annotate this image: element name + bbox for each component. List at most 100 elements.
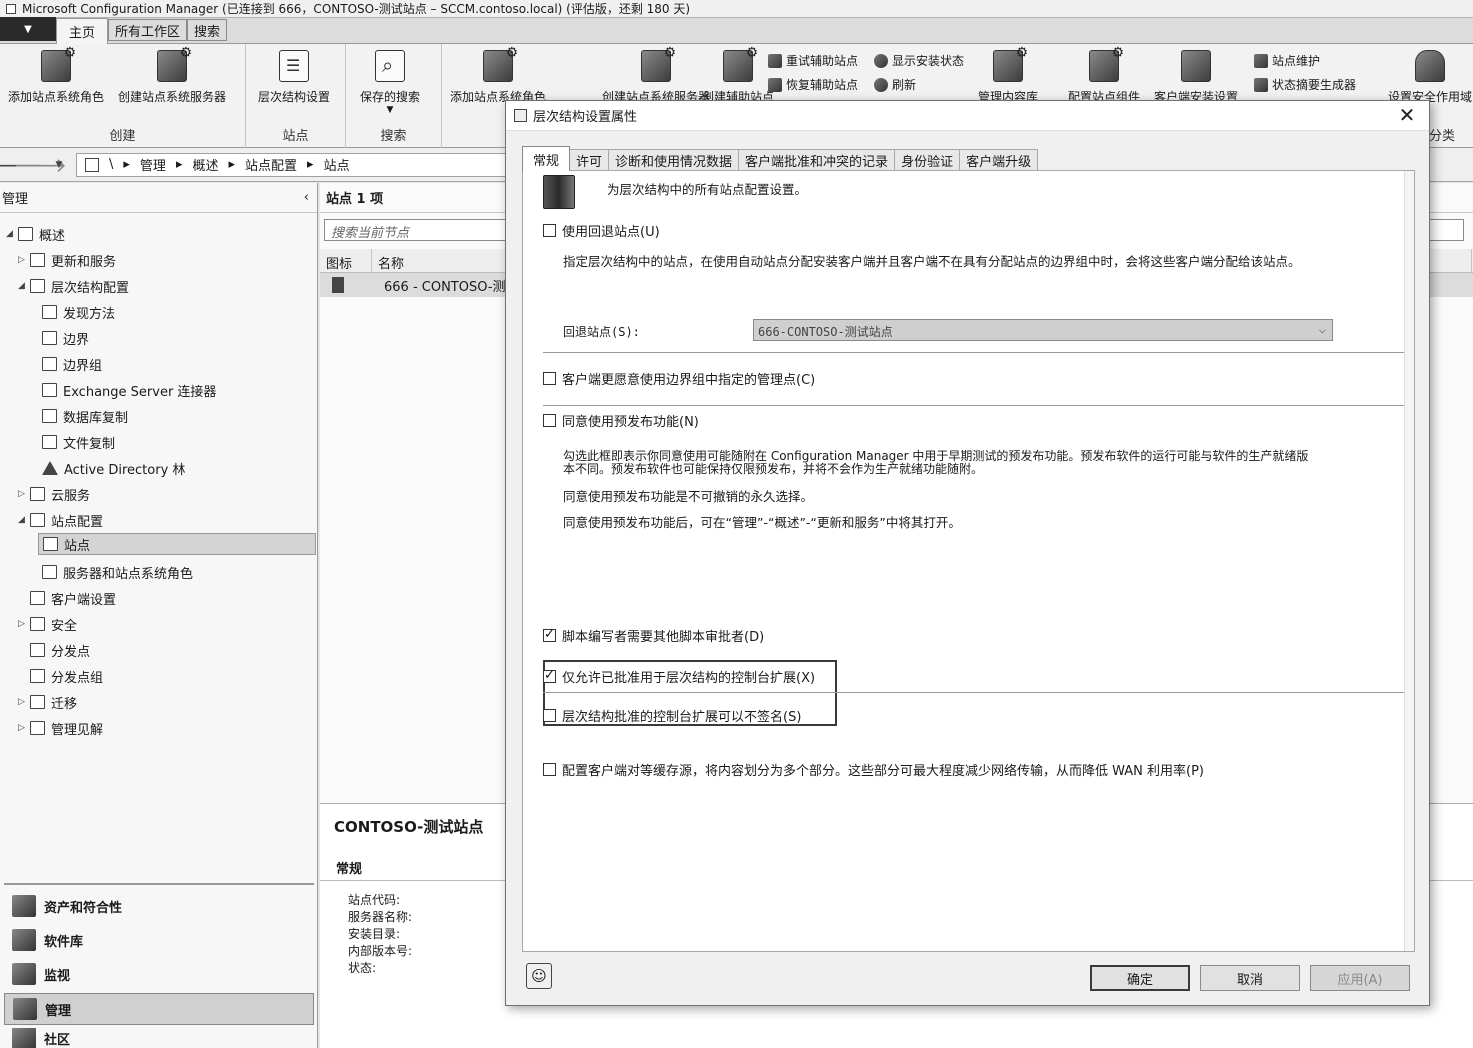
configure-site-components-button[interactable]: 配置站点组件: [1068, 45, 1140, 105]
apply-button[interactable]: 应用(A): [1310, 965, 1410, 991]
tree-item-server-roles[interactable]: 服务器和站点系统角色: [42, 561, 193, 583]
workspace-community[interactable]: 社区: [4, 1028, 314, 1048]
saved-searches-button[interactable]: 保存的搜索 ▼: [360, 50, 420, 115]
prefer-management-points-checkbox[interactable]: 客户端更愿意使用边界组中指定的管理点(C): [543, 369, 815, 388]
tree-item-cloud[interactable]: ▷ 云服务: [18, 483, 90, 505]
retry-secondary-site-button[interactable]: 重试辅助站点: [768, 52, 858, 69]
expand-icon[interactable]: ▷: [18, 619, 30, 629]
field-server-name: 服务器名称:: [348, 910, 413, 924]
tab-search[interactable]: 搜索: [187, 19, 228, 41]
file-menu-button[interactable]: ▼: [0, 17, 56, 41]
tree-item-db-replication[interactable]: 数据库复制: [42, 405, 128, 427]
tree-item-dps[interactable]: 分发点: [30, 639, 90, 661]
create-site-system-server-button-2[interactable]: 创建站点系统服务器: [602, 45, 710, 105]
cancel-button[interactable]: 取消: [1200, 965, 1300, 991]
monitor-icon: [1181, 50, 1211, 82]
checkbox-box[interactable]: [543, 224, 556, 237]
workspace-software-library[interactable]: 软件库: [4, 924, 314, 956]
checkbox-box[interactable]: [543, 414, 556, 427]
set-security-scopes-button[interactable]: 设置安全作用域: [1388, 50, 1472, 105]
hierarchy-settings-button[interactable]: 层次结构设置: [258, 50, 330, 105]
workspace-administration[interactable]: 管理: [4, 993, 314, 1025]
client-installation-settings-button[interactable]: 客户端安装设置: [1154, 50, 1238, 105]
expand-icon[interactable]: ▷: [18, 697, 30, 707]
tree-item-migration[interactable]: ▷ 迁移: [18, 691, 77, 713]
recover-secondary-site-button[interactable]: 恢复辅助站点: [768, 76, 858, 93]
expand-icon[interactable]: ▷: [18, 489, 30, 499]
tree-item-file-replication[interactable]: 文件复制: [42, 431, 115, 453]
tree-item-security[interactable]: ▷ 安全: [18, 613, 77, 635]
expand-icon[interactable]: ▷: [18, 255, 30, 265]
breadcrumb-item[interactable]: 管理: [140, 155, 166, 174]
fallback-site-select[interactable]: 666-CONTOSO-测试站点 ⌵: [753, 319, 1333, 341]
tree-item-sites[interactable]: 站点: [38, 533, 316, 555]
ok-button[interactable]: 确定: [1090, 965, 1190, 991]
add-site-system-role-button-2[interactable]: 添加站点系统角色: [450, 45, 546, 105]
ribbon-group-create: 添加站点系统角色 创建站点系统服务器 创建: [0, 44, 246, 148]
expand-icon[interactable]: ◢: [6, 229, 18, 239]
tree-item-hierarchy-config[interactable]: ◢ 层次结构配置: [18, 275, 129, 297]
breadcrumb-item[interactable]: 站点: [324, 155, 350, 174]
site-maintenance-button[interactable]: 站点维护: [1254, 52, 1320, 69]
tab-client-approval[interactable]: 客户端批准和冲突的记录: [738, 149, 896, 171]
tab-general[interactable]: 常规: [522, 146, 571, 171]
expand-icon[interactable]: ▷: [18, 723, 30, 733]
expand-icon[interactable]: ◢: [18, 281, 30, 291]
tab-licensing[interactable]: 许可: [569, 149, 610, 171]
tab-home[interactable]: 主页: [56, 18, 109, 44]
tree-item-boundaries[interactable]: 边界: [42, 327, 89, 349]
tree-item-updates[interactable]: ▷ 更新和服务: [18, 249, 116, 271]
refresh-button[interactable]: 刷新: [874, 76, 916, 93]
forward-arrow-icon[interactable]: 🡒: [13, 153, 67, 177]
folder-icon: [30, 617, 45, 631]
tree-item-insights[interactable]: ▷ 管理见解: [18, 717, 103, 739]
tree-item-overview[interactable]: ◢ 概述: [6, 223, 65, 245]
collapse-pane-icon[interactable]: ‹: [304, 190, 309, 205]
checkbox-box[interactable]: [543, 668, 556, 683]
use-fallback-site-checkbox[interactable]: 使用回退站点(U): [543, 221, 660, 240]
checkbox-box[interactable]: [543, 372, 556, 385]
checkbox-box[interactable]: [543, 709, 556, 722]
tab-all-workspaces[interactable]: 所有工作区: [108, 19, 188, 41]
workspace-monitoring[interactable]: 监视: [4, 958, 314, 990]
tab-authentication[interactable]: 身份验证: [894, 149, 961, 171]
column-header-icon[interactable]: 图标: [320, 249, 372, 272]
breadcrumb-item[interactable]: 概述: [192, 155, 218, 174]
software-library-icon: [12, 929, 36, 951]
tree-item-ad-forests[interactable]: Active Directory 林: [42, 457, 185, 479]
create-secondary-site-button[interactable]: 创建辅助站点: [702, 45, 774, 105]
add-site-system-role-button[interactable]: 添加站点系统角色: [8, 45, 104, 105]
unsigned-extensions-checkbox[interactable]: 层次结构批准的控制台扩展可以不签名(S): [543, 706, 801, 725]
manage-content-library-button[interactable]: 管理内容库: [978, 45, 1038, 105]
approved-console-extensions-checkbox[interactable]: 仅允许已批准用于层次结构的控制台扩展(X): [543, 667, 815, 686]
hierarchy-settings-dialog: 层次结构设置属性 ✕ 常规 许可 诊断和使用情况数据 客户端批准和冲突的记录 身…: [505, 100, 1430, 1006]
status-summarizer-button[interactable]: 状态摘要生成器: [1254, 76, 1356, 93]
help-icon[interactable]: ☺: [526, 963, 552, 989]
tree-item-boundary-groups[interactable]: 边界组: [42, 353, 102, 375]
prerelease-consent-checkbox[interactable]: 同意使用预发布功能(N): [543, 411, 699, 430]
peer-cache-checkbox[interactable]: 配置客户端对等缓存源，将内容划分为多个部分。这些部分可最大程度减少网络传输，从而…: [543, 760, 1204, 779]
checkbox-box[interactable]: [543, 763, 556, 776]
tree-item-discovery[interactable]: 发现方法: [42, 301, 115, 323]
tree-item-site-config[interactable]: ◢ 站点配置: [18, 509, 103, 531]
folder-icon: [18, 227, 33, 241]
tree-item-dp-groups[interactable]: 分发点组: [30, 665, 103, 687]
show-install-status-button[interactable]: 显示安装状态: [874, 52, 964, 69]
breadcrumb-item[interactable]: 站点配置: [245, 155, 297, 174]
tab-client-upgrade[interactable]: 客户端升级: [959, 149, 1039, 171]
workspace-assets[interactable]: 资产和符合性: [4, 890, 314, 922]
close-icon[interactable]: ✕: [1395, 103, 1419, 129]
expand-icon[interactable]: ◢: [18, 515, 30, 525]
create-site-system-server-button[interactable]: 创建站点系统服务器: [118, 45, 226, 105]
summary-icon: [1254, 77, 1268, 92]
tree-item-exchange[interactable]: Exchange Server 连接器: [42, 379, 216, 401]
app-icon: [6, 3, 16, 14]
checkbox-box[interactable]: [543, 627, 556, 642]
field-build-number: 内部版本号:: [348, 944, 413, 958]
tree-item-client-settings[interactable]: 客户端设置: [30, 587, 116, 609]
tab-diagnostics[interactable]: 诊断和使用情况数据: [608, 149, 740, 171]
script-approver-checkbox[interactable]: 脚本编写者需要其他脚本审批者(D): [543, 626, 764, 645]
history-dropdown-icon[interactable]: ▼: [52, 153, 66, 177]
breadcrumb-item[interactable]: \: [109, 157, 113, 172]
server-icon: [641, 45, 676, 82]
